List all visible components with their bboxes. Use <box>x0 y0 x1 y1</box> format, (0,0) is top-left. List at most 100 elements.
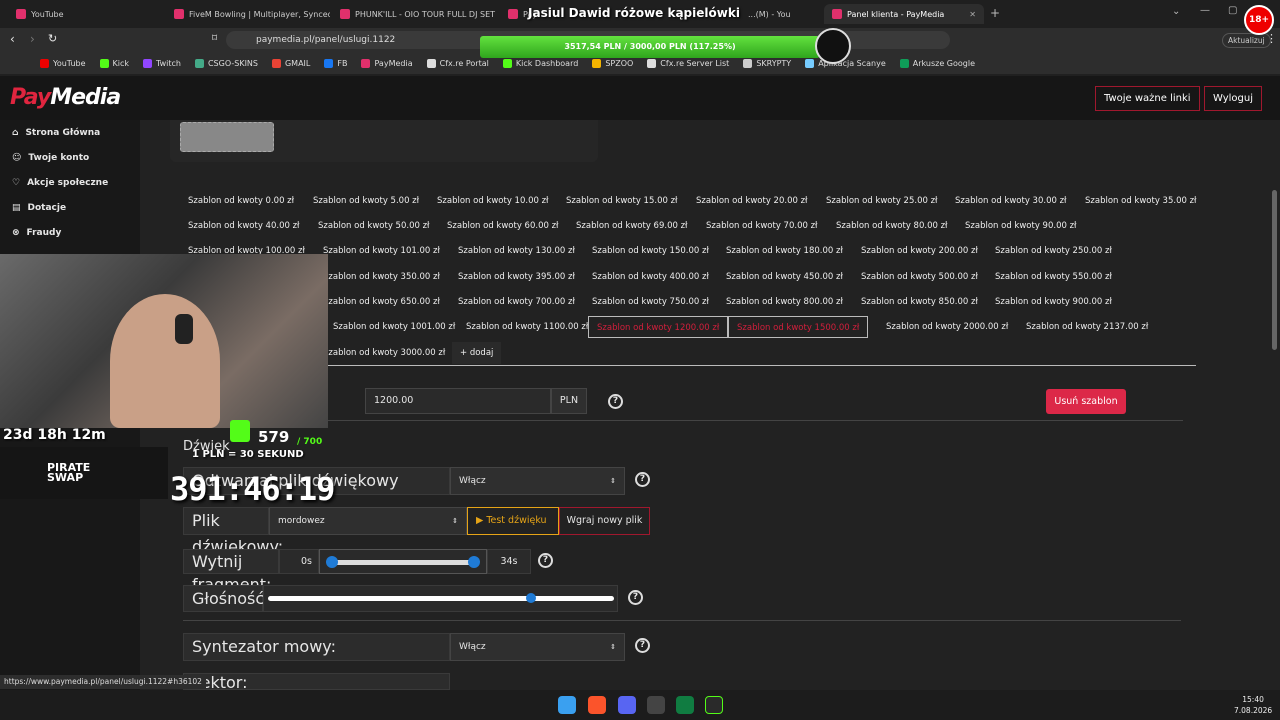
sidebar-item-frauds[interactable]: ⊗ Fraudy <box>0 220 140 245</box>
update-button[interactable]: Aktualizuj <box>1222 33 1271 48</box>
template-button[interactable]: Szablon od kwoty 80.00 zł <box>828 215 955 237</box>
sound-file-select[interactable]: mordowez ⇕ <box>269 507 467 535</box>
minimize-icon[interactable]: — <box>1200 5 1210 16</box>
template-button[interactable]: Szablon od kwoty 1200.00 zł <box>588 316 729 338</box>
tab-fivem[interactable]: FiveM Bowling | Multiplayer, Synced <box>166 4 330 24</box>
template-button[interactable]: Szablon od kwoty 35.00 zł <box>1077 190 1204 212</box>
bookmark-skrypty[interactable]: SKRYPTY <box>743 58 791 68</box>
bookmark-fb[interactable]: FB <box>324 58 347 68</box>
scrollbar[interactable] <box>1272 190 1277 350</box>
template-button[interactable]: Szablon od kwoty 1100.00 zł <box>458 316 596 338</box>
sidebar-item-home[interactable]: ⌂ Strona Główna <box>0 120 140 145</box>
template-button[interactable]: Szablon od kwoty 5.00 zł <box>305 190 427 212</box>
tab-youtube[interactable]: YouTube <box>8 4 164 24</box>
discord-icon[interactable] <box>618 696 636 714</box>
template-button[interactable]: Szablon od kwoty 650.00 zł <box>315 291 448 313</box>
sidebar-item-donations[interactable]: ▤ Dotacje <box>0 195 140 220</box>
brave-icon[interactable] <box>588 696 606 714</box>
template-button[interactable]: Szablon od kwoty 25.00 zł <box>818 190 945 212</box>
template-button[interactable]: Szablon od kwoty 700.00 zł <box>450 291 583 313</box>
bookmark-icon[interactable]: ⌑ <box>212 33 217 44</box>
tab-youtube-2[interactable]: ...(M) - You <box>740 4 820 24</box>
template-button[interactable]: Szablon od kwoty 750.00 zł <box>584 291 717 313</box>
template-button[interactable]: Szablon od kwoty 2137.00 zł <box>1018 316 1156 338</box>
amount-input[interactable]: 1200.00 <box>365 388 551 414</box>
chevron-down-icon[interactable]: ⌄ <box>1172 6 1180 17</box>
bookmark-kick[interactable]: Kick <box>99 58 129 68</box>
back-icon[interactable]: ‹ <box>10 32 15 46</box>
tts-select[interactable]: Włącz ⇕ <box>450 633 625 661</box>
menu-icon[interactable]: ⋮ <box>1266 32 1277 45</box>
new-tab-icon[interactable]: + <box>990 6 1000 20</box>
clock[interactable]: 15:40 7.08.2026 <box>1234 694 1272 716</box>
template-button[interactable]: Szablon od kwoty 450.00 zł <box>718 266 851 288</box>
template-button[interactable]: Szablon od kwoty 101.00 zł <box>315 240 448 262</box>
help-icon[interactable]: ? <box>608 394 623 409</box>
important-links-button[interactable]: Twoje ważne linki <box>1095 86 1200 111</box>
template-button[interactable]: Szablon od kwoty 350.00 zł <box>315 266 448 288</box>
help-icon[interactable]: ? <box>635 472 650 487</box>
template-button[interactable]: Szablon od kwoty 2000.00 zł <box>878 316 1016 338</box>
delete-template-button[interactable]: Usuń szablon <box>1046 389 1126 414</box>
template-button[interactable]: Szablon od kwoty 900.00 zł <box>987 291 1120 313</box>
help-icon[interactable]: ? <box>538 553 553 568</box>
template-button[interactable]: Szablon od kwoty 180.00 zł <box>718 240 851 262</box>
app-icon[interactable] <box>705 696 723 714</box>
sidebar-item-account[interactable]: ☺ Twoje konto <box>0 145 140 170</box>
template-button[interactable]: Szablon od kwoty 250.00 zł <box>987 240 1120 262</box>
template-button[interactable]: Szablon od kwoty 130.00 zł <box>450 240 583 262</box>
template-button[interactable]: Szablon od kwoty 395.00 zł <box>450 266 583 288</box>
bookmark-cfx-server-list[interactable]: Cfx.re Server List <box>647 58 729 68</box>
bookmark-spzoo[interactable]: SPZOO <box>592 58 633 68</box>
obs-icon[interactable] <box>647 696 665 714</box>
bookmark-youtube[interactable]: YouTube <box>40 58 86 68</box>
bookmark-sheets[interactable]: Arkusze Google <box>899 58 975 68</box>
help-icon[interactable]: ? <box>628 590 643 605</box>
template-button[interactable]: Szablon od kwoty 50.00 zł <box>310 215 437 237</box>
template-button[interactable]: Szablon od kwoty 0.00 zł <box>180 190 302 212</box>
template-button[interactable]: Szablon od kwoty 90.00 zł <box>957 215 1084 237</box>
template-button[interactable]: Szablon od kwoty 500.00 zł <box>853 266 986 288</box>
template-button[interactable]: Szablon od kwoty 800.00 zł <box>718 291 851 313</box>
template-button[interactable]: Szablon od kwoty 200.00 zł <box>853 240 986 262</box>
bookmark-kick-dashboard[interactable]: Kick Dashboard <box>502 58 578 68</box>
test-sound-button[interactable]: ▶ Test dźwięku <box>467 507 559 535</box>
logout-button[interactable]: Wyloguj <box>1204 86 1262 111</box>
tab-panel-klienta[interactable]: Panel klienta - PayMedia ✕ <box>824 4 984 24</box>
excel-icon[interactable] <box>676 696 694 714</box>
template-button[interactable]: Szablon od kwoty 40.00 zł <box>180 215 307 237</box>
tab-phunkill[interactable]: PHUNK'ILL - OIO TOUR FULL DJ SET <box>332 4 498 24</box>
close-icon[interactable]: ✕ <box>969 10 976 19</box>
volume-handle[interactable] <box>525 593 536 603</box>
bookmark-twitch[interactable]: Twitch <box>143 58 181 68</box>
template-button[interactable]: Szablon od kwoty 1500.00 zł <box>728 316 869 338</box>
template-button[interactable]: Szablon od kwoty 150.00 zł <box>584 240 717 262</box>
maximize-icon[interactable]: ▢ <box>1228 5 1237 16</box>
template-button[interactable]: Szablon od kwoty 850.00 zł <box>853 291 986 313</box>
template-button[interactable]: Szablon od kwoty 400.00 zł <box>584 266 717 288</box>
template-button[interactable]: Szablon od kwoty 60.00 zł <box>439 215 566 237</box>
sidebar-item-social[interactable]: ♡ Akcje społeczne <box>0 170 140 195</box>
windows-start-icon[interactable] <box>558 696 576 714</box>
forward-icon[interactable]: › <box>30 32 35 46</box>
template-button[interactable]: Szablon od kwoty 20.00 zł <box>688 190 815 212</box>
sound-play-select[interactable]: Włącz ⇕ <box>450 467 625 495</box>
bookmark-gmail[interactable]: GMAIL <box>271 58 310 68</box>
template-button[interactable]: Szablon od kwoty 3000.00 zł <box>315 342 453 364</box>
bookmark-scanye[interactable]: Aplikacja Scanye <box>805 58 886 68</box>
trim-range-slider[interactable] <box>319 549 487 574</box>
volume-slider[interactable] <box>263 585 618 612</box>
template-button[interactable]: Szablon od kwoty 69.00 zł <box>568 215 695 237</box>
template-button[interactable]: Szablon od kwoty 550.00 zł <box>987 266 1120 288</box>
trim-start-handle[interactable] <box>326 556 338 568</box>
bookmark-csgo-skins[interactable]: CSGO-SKINS <box>194 58 258 68</box>
template-button[interactable]: Szablon od kwoty 70.00 zł <box>698 215 825 237</box>
upload-sound-button[interactable]: Wgraj nowy plik <box>559 507 650 535</box>
template-button[interactable]: Szablon od kwoty 10.00 zł <box>429 190 556 212</box>
paymedia-logo[interactable]: PayMedia <box>10 85 121 110</box>
help-icon[interactable]: ? <box>635 638 650 653</box>
template-button[interactable]: Szablon od kwoty 15.00 zł <box>558 190 685 212</box>
reload-icon[interactable]: ↻ <box>48 32 57 45</box>
bookmark-paymedia[interactable]: PayMedia <box>361 58 413 68</box>
bookmark-cfx-portal[interactable]: Cfx.re Portal <box>426 58 489 68</box>
